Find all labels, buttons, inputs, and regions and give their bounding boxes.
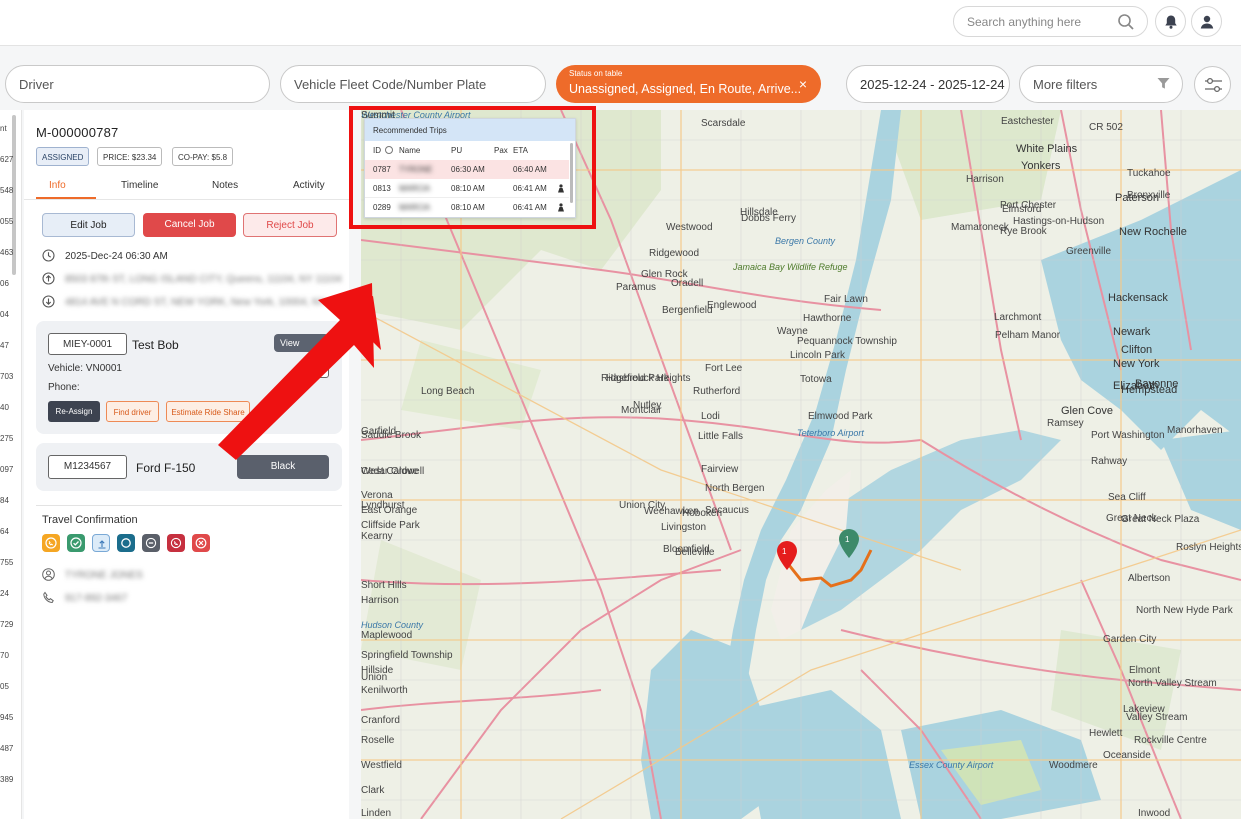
annotation-highlight-box (349, 106, 596, 229)
annotation-arrow (218, 283, 374, 460)
